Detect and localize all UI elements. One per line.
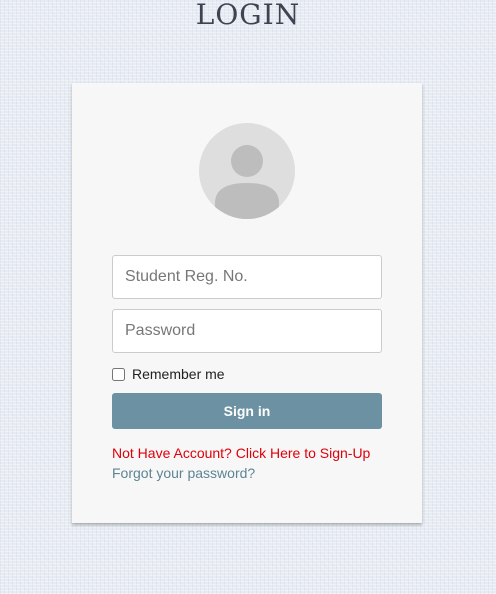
user-avatar-icon <box>199 123 295 219</box>
password-input[interactable] <box>112 309 382 353</box>
remember-me-row: Remember me <box>112 365 225 383</box>
remember-me-label[interactable]: Remember me <box>132 366 225 382</box>
forgot-password-link[interactable]: Forgot your password? <box>112 465 255 481</box>
page-title: LOGIN <box>195 0 301 31</box>
sign-in-button[interactable]: Sign in <box>112 393 382 429</box>
remember-me-checkbox[interactable] <box>112 367 125 381</box>
student-reg-no-input[interactable] <box>112 255 382 299</box>
login-card: Remember me Sign in Not Have Account? Cl… <box>72 83 422 523</box>
sign-up-link[interactable]: Not Have Account? Click Here to Sign-Up <box>112 445 370 461</box>
